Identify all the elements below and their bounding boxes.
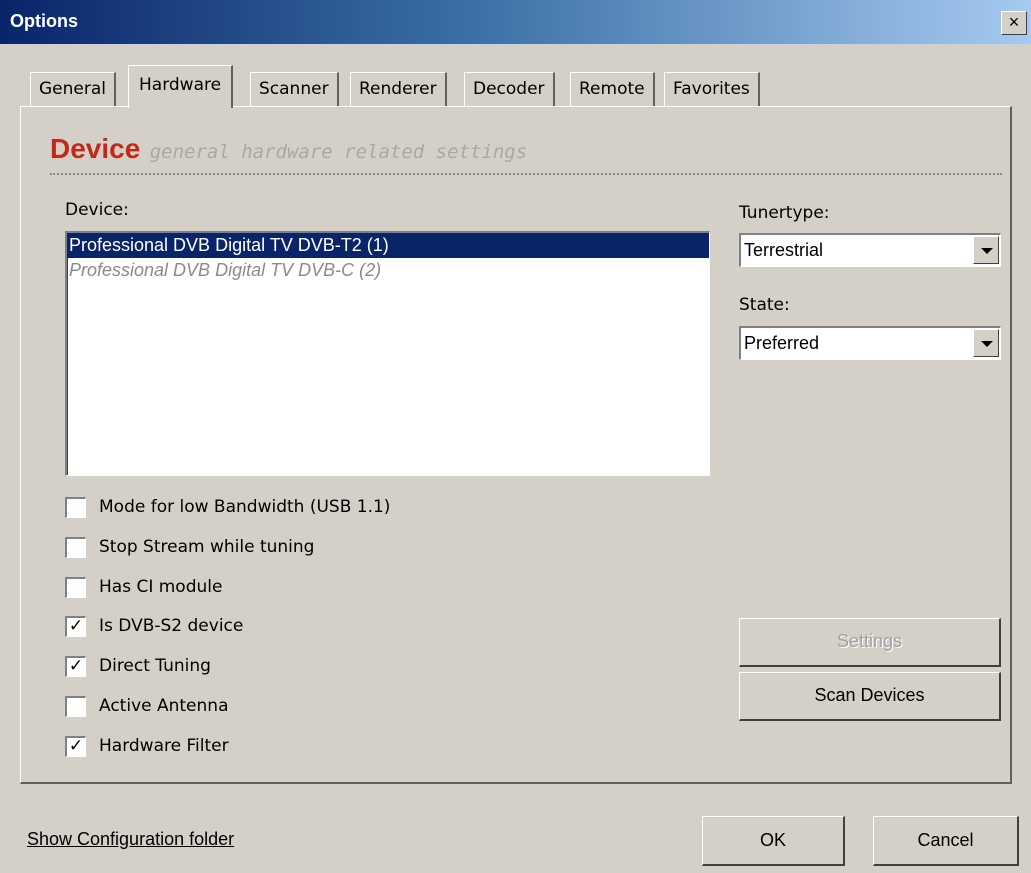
hardware-panel: Device general hardware related settings…	[20, 106, 1012, 784]
checkbox-label: Active Antenna	[99, 696, 229, 716]
checkbox-label: Hardware Filter	[99, 736, 229, 756]
cancel-button[interactable]: Cancel	[873, 816, 1019, 866]
tab-scanner[interactable]: Scanner	[250, 72, 339, 106]
close-icon[interactable]: ×	[1001, 11, 1027, 35]
checkbox-label: Has CI module	[99, 577, 223, 597]
tab-general[interactable]: General	[30, 72, 116, 106]
section-divider	[50, 173, 1002, 175]
checkbox-box[interactable]: ✓	[65, 656, 86, 677]
checkbox-label: Stop Stream while tuning	[99, 537, 315, 557]
tunertype-select[interactable]: Terrestrial	[739, 233, 1001, 267]
checkbox-box[interactable]	[65, 577, 86, 598]
checkbox-hardware-filter[interactable]: ✓ Hardware Filter	[65, 734, 485, 760]
checkbox-box[interactable]	[65, 497, 86, 518]
checkbox-label: Is DVB-S2 device	[99, 616, 244, 636]
checkbox-box[interactable]: ✓	[65, 616, 86, 637]
tab-decoder[interactable]: Decoder	[464, 72, 555, 106]
tab-renderer[interactable]: Renderer	[350, 72, 447, 106]
checkbox-label: Mode for low Bandwidth (USB 1.1)	[99, 497, 391, 517]
checkbox-box[interactable]	[65, 696, 86, 717]
state-label: State:	[739, 295, 790, 315]
tunertype-label: Tunertype:	[739, 203, 830, 223]
checkbox-label: Direct Tuning	[99, 656, 211, 676]
section-header: Device general hardware related settings	[50, 133, 527, 165]
tab-hardware[interactable]: Hardware	[128, 65, 234, 108]
checkbox-box[interactable]	[65, 537, 86, 558]
window-title: Options	[10, 11, 78, 31]
show-config-folder-link[interactable]: Show Configuration folder	[27, 829, 234, 850]
chevron-down-icon[interactable]	[973, 236, 999, 264]
device-list-item[interactable]: Professional DVB Digital TV DVB-T2 (1)	[67, 233, 709, 258]
scan-devices-button[interactable]: Scan Devices	[739, 672, 1001, 721]
device-label: Device:	[65, 200, 129, 220]
state-value: Preferred	[744, 333, 820, 353]
device-listbox[interactable]: Professional DVB Digital TV DVB-T2 (1) P…	[65, 231, 710, 476]
settings-button[interactable]: Settings	[739, 618, 1001, 667]
section-title: Device	[50, 133, 141, 164]
checkbox-ci-module[interactable]: Has CI module	[65, 575, 485, 601]
checkbox-direct-tuning[interactable]: ✓ Direct Tuning	[65, 654, 485, 680]
state-select[interactable]: Preferred	[739, 326, 1001, 360]
tab-remote[interactable]: Remote	[570, 72, 655, 106]
checkbox-box[interactable]: ✓	[65, 736, 86, 757]
tunertype-value: Terrestrial	[744, 240, 824, 260]
chevron-down-icon[interactable]	[973, 329, 999, 357]
checkbox-stop-stream[interactable]: Stop Stream while tuning	[65, 535, 485, 561]
checkbox-low-bandwidth[interactable]: Mode for low Bandwidth (USB 1.1)	[65, 495, 485, 521]
ok-button[interactable]: OK	[702, 816, 845, 866]
title-bar: Options ×	[0, 0, 1031, 44]
device-list-item[interactable]: Professional DVB Digital TV DVB-C (2)	[67, 258, 709, 283]
section-subtitle: general hardware related settings	[149, 141, 528, 163]
tab-favorites[interactable]: Favorites	[664, 72, 760, 106]
checkbox-active-antenna[interactable]: Active Antenna	[65, 694, 485, 720]
checkbox-dvb-s2[interactable]: ✓ Is DVB-S2 device	[65, 614, 485, 640]
